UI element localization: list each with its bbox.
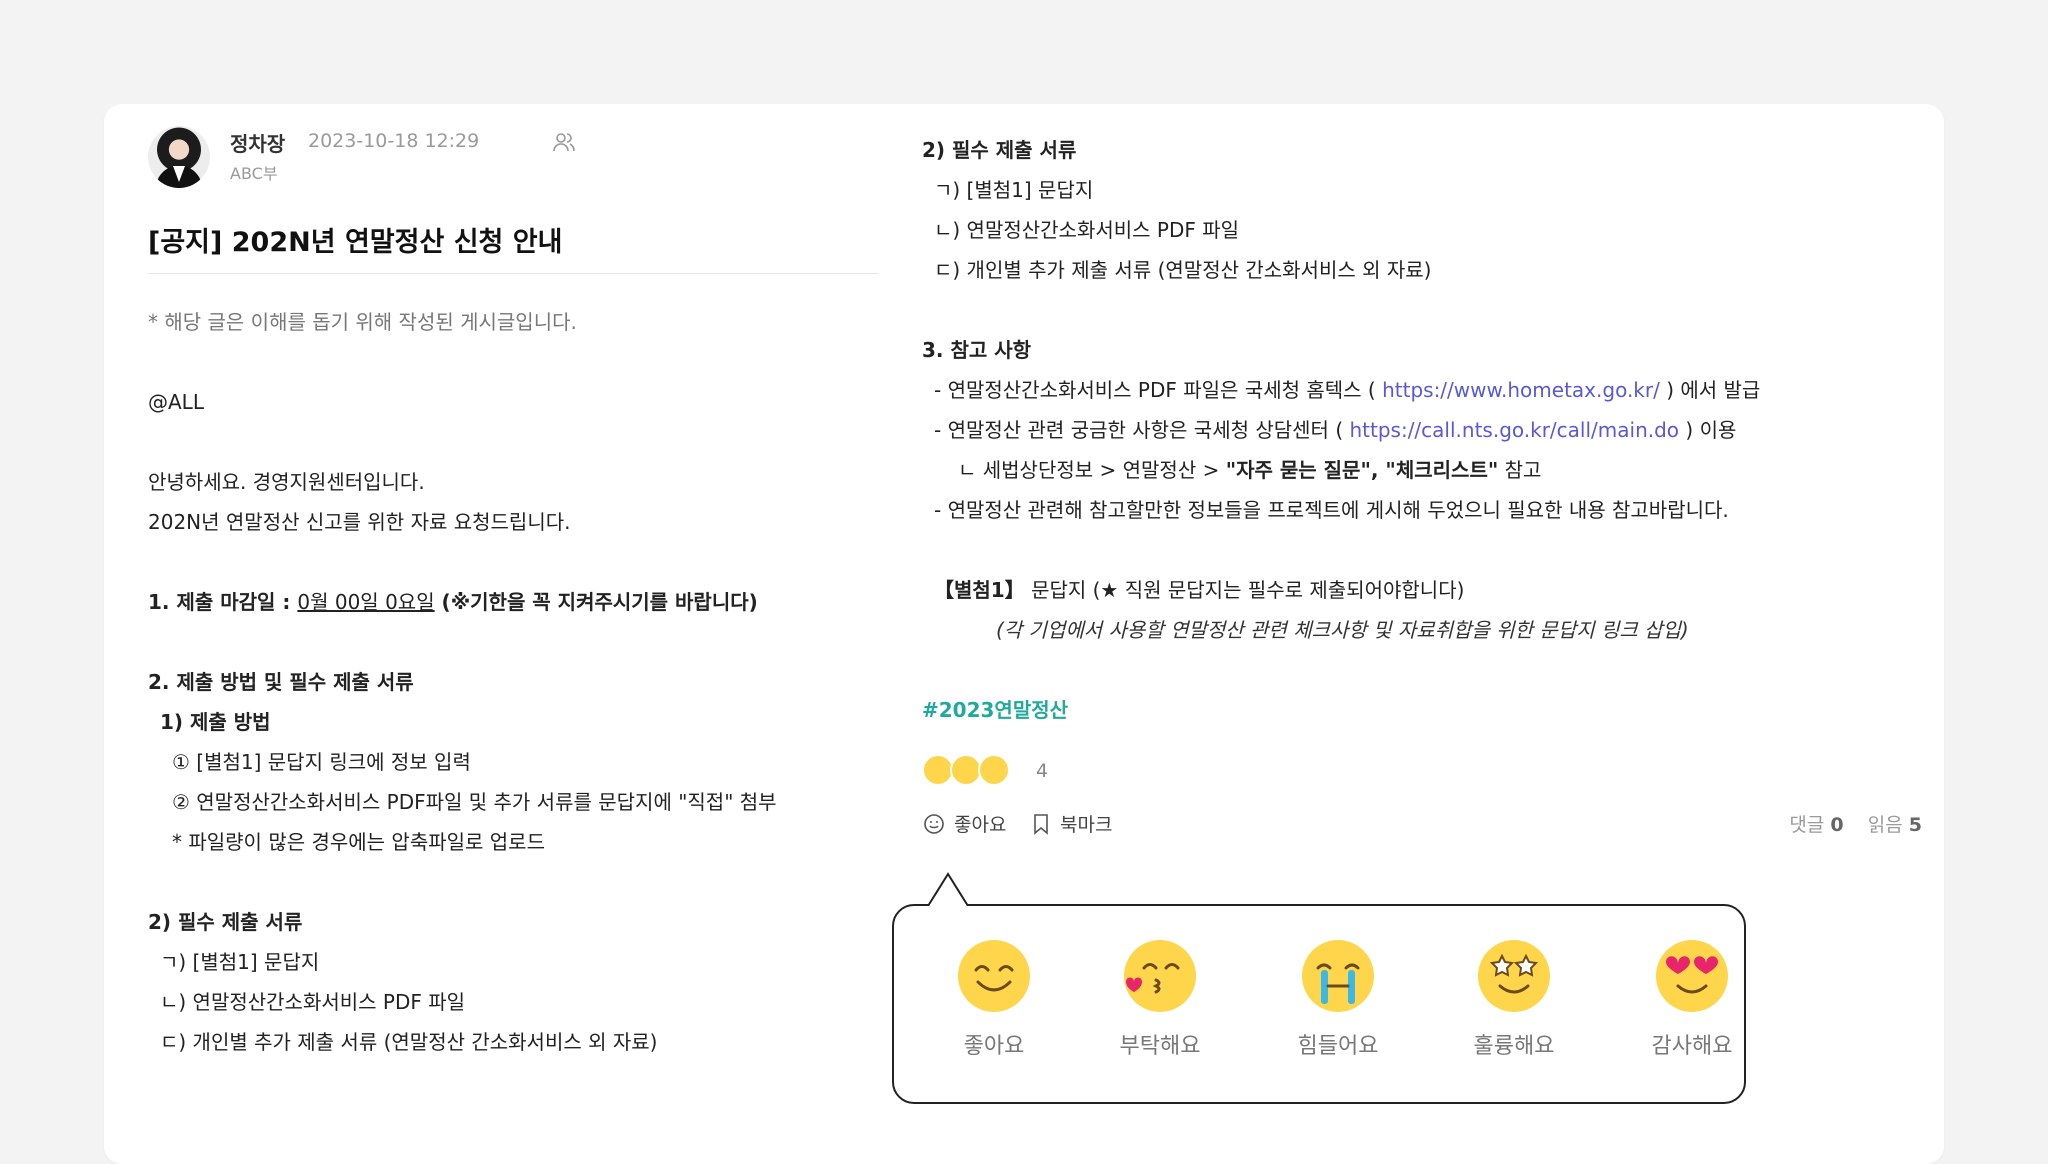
reference-3-text: ㄴ 세법상단정보 > 연말정산 > <box>958 458 1226 482</box>
post-note: * 해당 글은 이해를 돕기 위해 작성된 게시글입니다. <box>148 310 577 334</box>
smile-emoji-icon <box>958 940 1030 1012</box>
post-left-column: 정차장 2023-10-18 12:29 ABC부 [공지] 202N년 연말정… <box>148 126 878 1062</box>
reference-1: - 연말정산간소화서비스 PDF 파일은 국세청 홈텍스 ( https://w… <box>922 370 1922 410</box>
reaction-tough[interactable]: 힘들어요 <box>1278 938 1398 1060</box>
method-step-2: ② 연말정산간소화서비스 PDF파일 및 추가 서류를 문답지에 "직접" 첨부 <box>172 790 777 814</box>
reaction-label: 감사해요 <box>1651 1034 1733 1059</box>
greeting-line-1: 안녕하세요. 경영지원센터입니다. <box>148 470 425 494</box>
reference-2-text: - 연말정산 관련 궁금한 사항은 국세청 상담센터 ( <box>934 418 1350 442</box>
doc-item-3-left: ㄷ) 개인별 추가 제출 서류 (연말정산 간소화서비스 외 자료) <box>160 1030 658 1054</box>
kiss-emoji-icon <box>1124 940 1196 1012</box>
hashtag[interactable]: #2023연말정산 <box>922 690 1922 730</box>
post-title: [공지] 202N년 연말정산 신청 안내 <box>148 196 878 274</box>
reaction-label: 좋아요 <box>963 1034 1025 1059</box>
crying-emoji-icon <box>1302 940 1374 1012</box>
bookmark-button[interactable]: 북마크 <box>1030 810 1112 837</box>
hometax-link[interactable]: https://www.hometax.go.kr/ <box>1382 378 1660 402</box>
reaction-summary[interactable]: 4 <box>922 748 1922 794</box>
reference-1-text: - 연말정산간소화서비스 PDF 파일은 국세청 홈텍스 ( <box>934 378 1383 402</box>
reaction-label: 힘들어요 <box>1297 1034 1379 1059</box>
author-name[interactable]: 정차장 <box>230 128 285 157</box>
doc-item-3-right: ㄷ) 개인별 추가 제출 서류 (연말정산 간소화서비스 외 자료) <box>934 258 1432 282</box>
bookmark-icon <box>1034 813 1048 835</box>
method-note: * 파일량이 많은 경우에는 압축파일로 업로드 <box>172 830 545 854</box>
deadline-date: 0월 00일 0요일 <box>297 590 435 614</box>
nts-call-link[interactable]: https://call.nts.go.kr/call/main.do <box>1349 418 1679 442</box>
attachment-note: (각 기업에서 사용할 연말정산 관련 체크사항 및 자료취합을 위한 문답지 … <box>996 618 1689 642</box>
reference-3: ㄴ 세법상단정보 > 연말정산 > "자주 묻는 질문", "체크리스트" 참고 <box>922 450 1922 490</box>
reaction-like[interactable]: 좋아요 <box>934 938 1054 1060</box>
people-icon[interactable] <box>552 130 576 154</box>
action-bar: 좋아요 북마크 댓글 0 읽음 5 <box>922 800 1922 848</box>
section-2-heading: 2. 제출 방법 및 필수 제출 서류 <box>148 670 414 694</box>
post-right-column: 2) 필수 제출 서류 ㄱ) [별첨1] 문답지 ㄴ) 연말정산간소화서비스 P… <box>922 130 1922 848</box>
attachment-label: 【별첨1】 <box>934 578 1025 602</box>
reaction-count: 4 <box>1036 760 1049 782</box>
reference-3-suffix: 참고 <box>1498 458 1542 482</box>
doc-item-1-right: ㄱ) [별첨1] 문답지 <box>934 178 1094 202</box>
like-button[interactable]: 좋아요 <box>922 810 1006 837</box>
reaction-popup: 좋아요 부탁해요 힘들어요 훌륭해요 감사해요 <box>892 872 1746 1104</box>
reference-2-suffix: ) 이용 <box>1679 418 1737 442</box>
doc-item-2-right: ㄴ) 연말정산간소화서비스 PDF 파일 <box>934 218 1240 242</box>
reaction-request[interactable]: 부탁해요 <box>1100 938 1220 1060</box>
doc-item-1-left: ㄱ) [별첨1] 문답지 <box>160 950 320 974</box>
attachment-line: 【별첨1】 문답지 (★ 직원 문답지는 필수로 제출되어야합니다) <box>922 570 1922 610</box>
star-eyes-emoji-icon <box>1478 940 1550 1012</box>
section-3-heading: 3. 참고 사항 <box>922 338 1032 362</box>
heart-eyes-emoji-icon <box>1656 940 1728 1012</box>
author-header: 정차장 2023-10-18 12:29 ABC부 <box>148 126 878 196</box>
reaction-label: 훌륭해요 <box>1473 1034 1555 1059</box>
method-step-1: ① [별첨1] 문답지 링크에 정보 입력 <box>172 750 471 774</box>
attachment-text: 문답지 (★ 직원 문답지는 필수로 제출되어야합니다) <box>1024 578 1465 602</box>
reaction-thanks[interactable]: 감사해요 <box>1632 938 1752 1060</box>
reaction-label: 부탁해요 <box>1119 1034 1201 1059</box>
reference-3-bold: "자주 묻는 질문", "체크리스트" <box>1225 458 1499 482</box>
like-label: 좋아요 <box>954 814 1007 836</box>
smile-outline-icon <box>924 813 944 834</box>
avatar[interactable] <box>148 126 210 188</box>
reference-1-suffix: ) 에서 발급 <box>1659 378 1761 402</box>
greeting-line-2: 202N년 연말정산 신고를 위한 자료 요청드립니다. <box>148 510 571 534</box>
deadline-label: 1. 제출 마감일 : <box>148 590 298 614</box>
reference-2: - 연말정산 관련 궁금한 사항은 국세청 상담센터 ( https://cal… <box>922 410 1922 450</box>
heart-eyes-mini-icon <box>978 754 1010 786</box>
docs-heading-left: 2) 필수 제출 서류 <box>148 910 303 934</box>
author-department: ABC부 <box>230 164 278 183</box>
comments-count: 0 <box>1830 814 1844 836</box>
reads-label[interactable]: 읽음 <box>1868 814 1903 836</box>
post-stats: 댓글 0 읽음 5 <box>1789 810 1922 837</box>
method-heading: 1) 제출 방법 <box>160 710 271 734</box>
post-date: 2023-10-18 12:29 <box>308 130 480 152</box>
reference-4: - 연말정산 관련해 참고할만한 정보들을 프로젝트에 게시해 두었으니 필요한… <box>934 498 1729 522</box>
doc-item-2-left: ㄴ) 연말정산간소화서비스 PDF 파일 <box>160 990 466 1014</box>
deadline-line: 1. 제출 마감일 : 0월 00일 0요일 (※기한을 꼭 지켜주시기를 바랍… <box>148 582 878 622</box>
deadline-note: (※기한을 꼭 지켜주시기를 바랍니다) <box>434 590 758 614</box>
popup-arrow <box>928 872 968 906</box>
bookmark-label: 북마크 <box>1060 814 1113 836</box>
docs-heading-right: 2) 필수 제출 서류 <box>922 138 1077 162</box>
reads-count: 5 <box>1908 814 1922 836</box>
mention-all[interactable]: @ALL <box>148 382 878 422</box>
reaction-great[interactable]: 훌륭해요 <box>1454 938 1574 1060</box>
comments-label[interactable]: 댓글 <box>1789 814 1824 836</box>
